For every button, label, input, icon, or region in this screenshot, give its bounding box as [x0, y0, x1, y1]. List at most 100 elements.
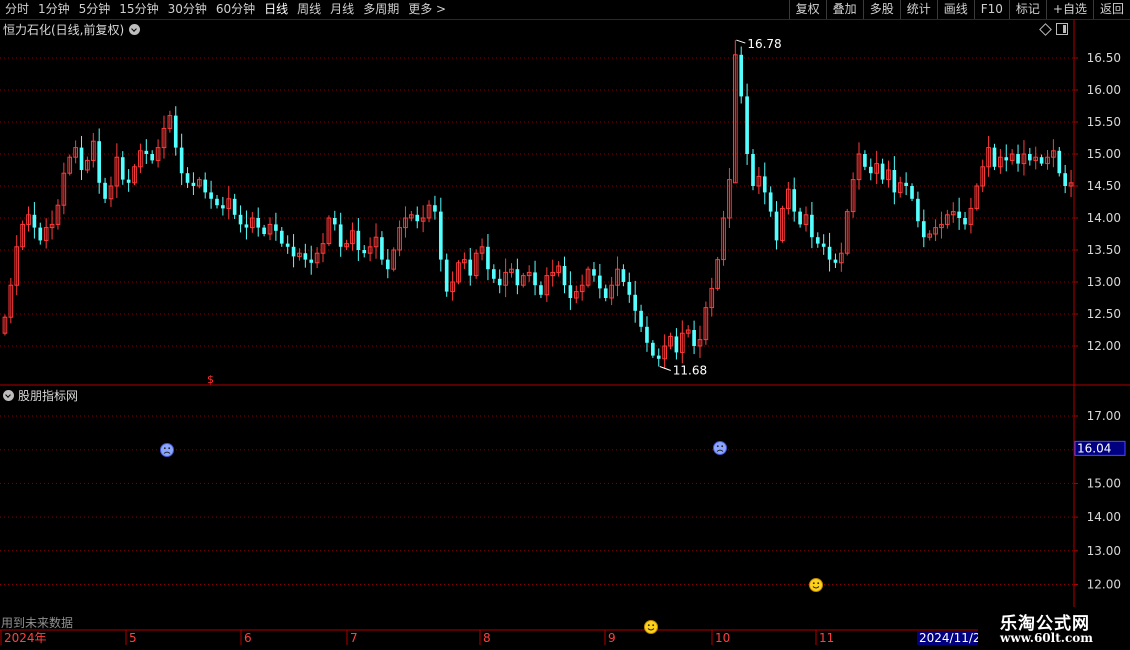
candle-body [79, 147, 84, 170]
candle-body [627, 282, 632, 295]
candle-body [904, 182, 908, 186]
date-label: 10 [715, 631, 730, 645]
candle-body [32, 214, 37, 228]
indicator-tick-label: 17.00 [1087, 409, 1121, 423]
candle-body [285, 243, 290, 247]
smile-face-icon-eye [812, 582, 815, 585]
indicator-header: 股朋指标网 [0, 386, 78, 404]
sad-face-icon-eye [721, 445, 724, 448]
candle-body [291, 246, 296, 257]
candle-body [651, 342, 655, 356]
candle-body [1063, 173, 1067, 186]
price-tick-label: 15.50 [1087, 115, 1121, 129]
chart-canvas: 16.50 16.00 15.50 15.00 14.50 14.00 13.50 13.00… [0, 20, 1130, 645]
candle-body [126, 179, 131, 183]
indicator-tick-label: 15.00 [1087, 476, 1121, 490]
candle-body [833, 259, 838, 263]
candle-body [262, 227, 266, 234]
candle-body [674, 336, 679, 353]
sad-face-icon-eye [716, 445, 719, 448]
indicator-signals [160, 441, 823, 634]
candle-body [303, 253, 308, 260]
candle-body [385, 259, 390, 270]
current-value-label: 16.04 [1077, 441, 1111, 455]
indicator-tick-label: 12.00 [1087, 578, 1121, 592]
candle-body [656, 355, 661, 359]
candle-body [497, 278, 502, 286]
date-label: 11 [819, 631, 834, 645]
candle-body [215, 198, 219, 206]
candle-body [209, 192, 213, 199]
date-label: 6 [244, 631, 252, 645]
candle-body [821, 243, 826, 247]
chevron-down-icon[interactable] [3, 389, 14, 401]
candle-body [203, 179, 208, 193]
candle-body [621, 269, 626, 282]
price-tick-label: 13.00 [1087, 275, 1121, 289]
smile-face-icon [809, 578, 823, 592]
sad-face-icon-eye [163, 447, 166, 450]
candle-body [232, 198, 237, 215]
candle-body [957, 211, 961, 218]
sad-face-icon-face [160, 443, 174, 457]
price-tick-label: 16.50 [1087, 51, 1121, 65]
candle-body [880, 163, 885, 180]
smile-face-icon-eye [647, 624, 650, 627]
candle-body [244, 224, 249, 228]
candle-body [603, 288, 608, 298]
watermark: 乐淘公式网 www.60lt.com [978, 607, 1130, 650]
grid-lines [0, 57, 1074, 585]
candle-body [921, 221, 926, 238]
high-arrow [736, 39, 746, 44]
candle-body [645, 326, 649, 343]
candle-body [963, 218, 967, 225]
candle-body [539, 285, 543, 295]
candle-body [868, 166, 873, 174]
candle-body [150, 154, 155, 161]
candle-body [533, 272, 537, 286]
price-tick-label: 16.00 [1087, 83, 1121, 97]
high-label: 16.78 [747, 37, 781, 51]
indicator-tick-label: 13.00 [1087, 544, 1121, 558]
candle-body [491, 269, 496, 279]
smile-face-icon-face [644, 620, 658, 634]
candle-body [568, 285, 573, 298]
candle-body [279, 230, 284, 244]
candle-body [774, 211, 779, 241]
candle-body [892, 170, 897, 193]
candle-body [338, 224, 343, 247]
candle-body [438, 211, 443, 260]
price-tick-label: 14.00 [1087, 211, 1121, 225]
price-tick-label: 12.00 [1087, 339, 1121, 353]
candle-body [598, 275, 602, 289]
sad-face-icon [713, 441, 727, 455]
smile-face-icon-eye [817, 582, 820, 585]
candle-body [256, 218, 261, 228]
candle-body [992, 147, 997, 167]
candle-body [810, 214, 814, 238]
candle-body [144, 150, 149, 154]
candle-body [792, 189, 797, 212]
candle-body [910, 186, 914, 199]
smile-face-icon-face [809, 578, 823, 592]
price-tick-label: 14.50 [1087, 179, 1121, 193]
candle-body [486, 246, 490, 270]
candle-body [798, 211, 802, 225]
future-data-warning: 用到未来数据 [1, 616, 74, 630]
candle-body [762, 176, 767, 193]
candle-body [97, 141, 102, 183]
candle-body [815, 237, 820, 244]
sad-face-icon-eye [168, 447, 171, 450]
candle-body [356, 230, 361, 250]
sad-face-icon-face [713, 441, 727, 455]
smile-face-icon-eye [652, 624, 655, 627]
candle-body [468, 259, 473, 276]
candle-body [185, 173, 190, 183]
smile-face-icon [644, 620, 658, 634]
date-label: 2024年 [4, 631, 47, 645]
candle-body [433, 205, 437, 212]
candle-body [120, 157, 125, 180]
candle-body [221, 205, 225, 209]
candle-body [827, 246, 832, 260]
indicator-tick-label: 14.00 [1087, 510, 1121, 524]
